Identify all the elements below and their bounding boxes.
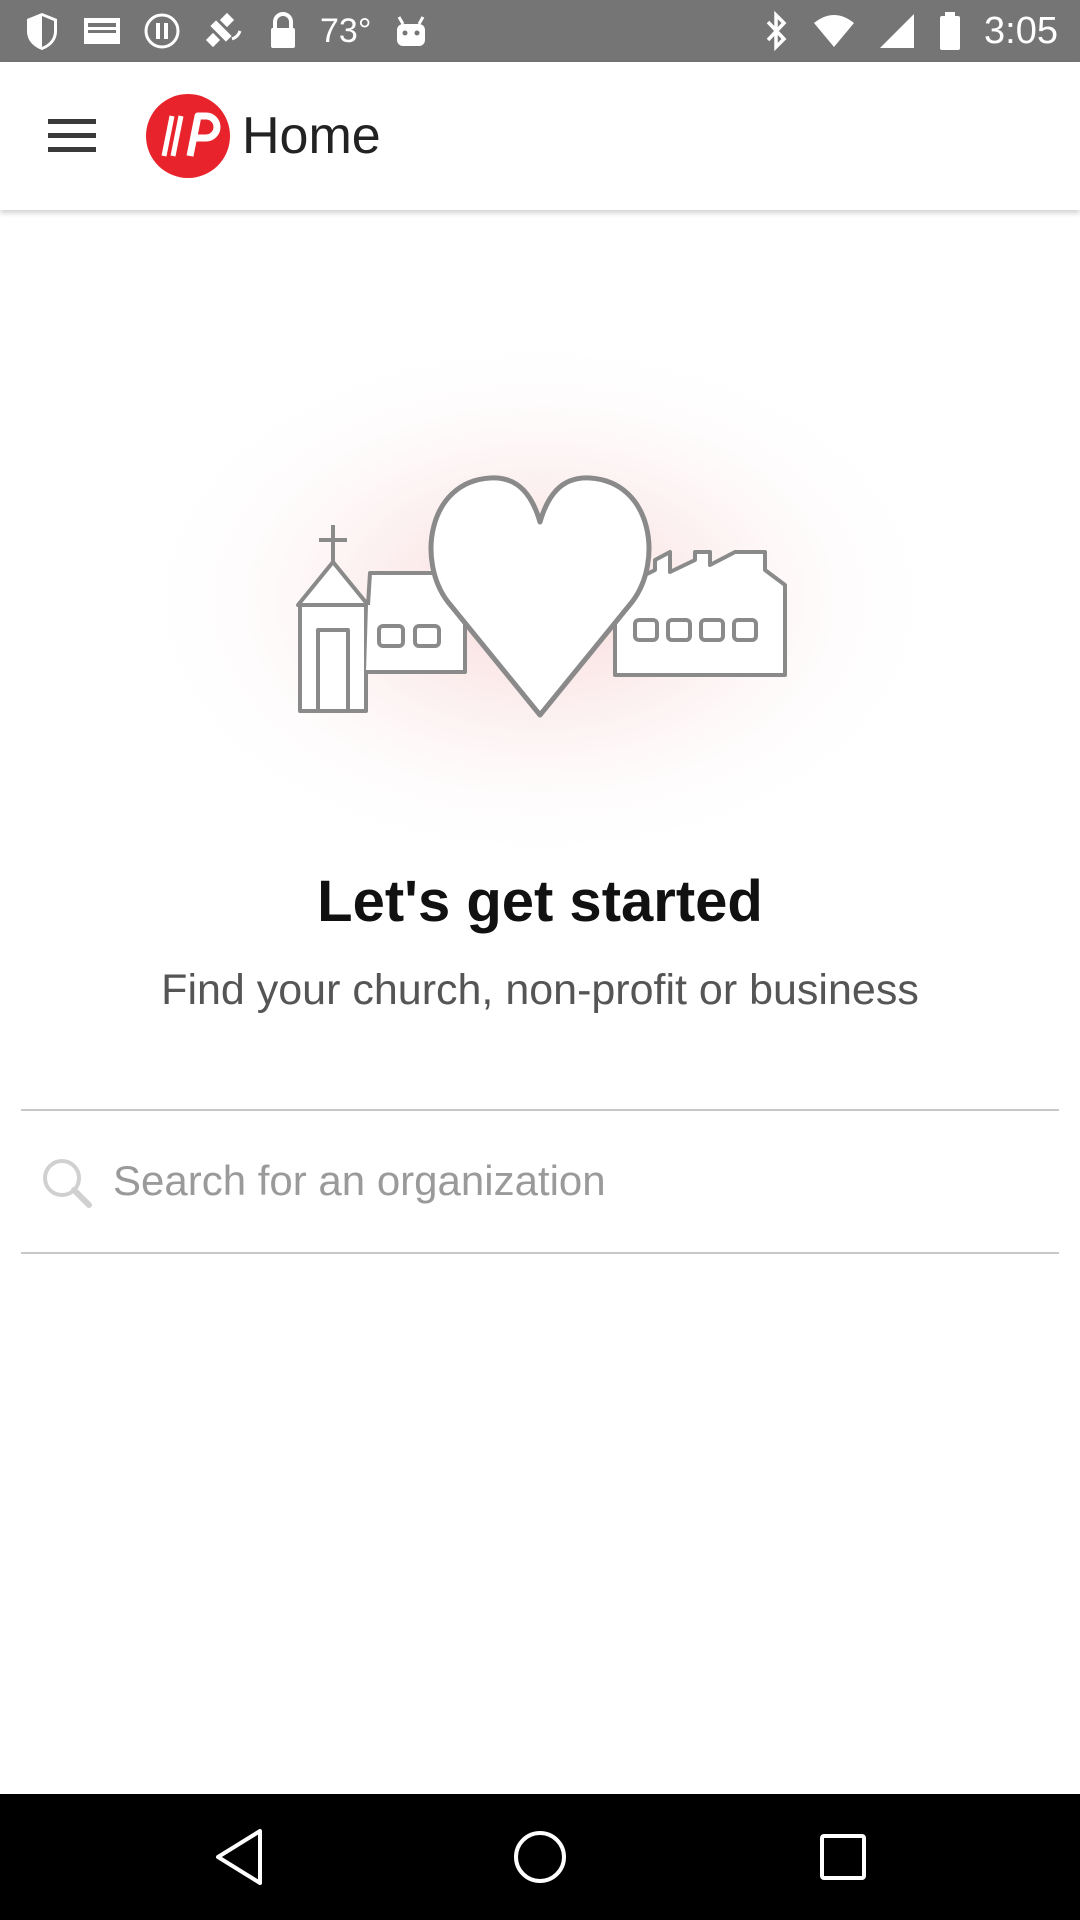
app-bar: Home [0,62,1080,210]
status-left-icons: 73° [24,0,429,62]
headline: Let's get started [317,869,763,934]
signal-icon [878,12,916,50]
status-right-icons: 3:05 [764,0,1058,62]
navigation-bar [0,1794,1080,1920]
menu-button[interactable] [34,102,110,170]
page-title: Home [242,107,381,165]
temperature-text: 73° [320,11,372,50]
clock-text: 3:05 [984,9,1058,52]
hamburger-menu-icon[interactable] [46,116,98,156]
wifi-icon [812,13,856,49]
home-icon[interactable] [512,1829,568,1885]
back-icon[interactable] [212,1827,268,1887]
church-heart-factory-illustration [130,330,950,870]
bluetooth-icon [764,11,790,51]
home-button[interactable] [490,1812,590,1902]
satellite-icon [202,9,246,53]
mail-icon [82,14,122,48]
subtitle: Find your church, non-profit or business [161,966,919,1014]
battery-icon [938,11,962,51]
brand-logo-icon [146,94,230,178]
android-icon [393,14,429,48]
shield-icon [24,11,60,51]
recents-button[interactable] [793,1812,893,1902]
search-icon [43,1159,92,1208]
status-bar: 73° 3:05 [0,0,1080,62]
recents-icon[interactable] [818,1832,868,1882]
back-button[interactable] [190,1812,290,1902]
search-input[interactable] [113,1131,1033,1231]
lock-icon [268,12,298,50]
search-box[interactable] [21,1109,1059,1254]
pause-icon [144,13,180,49]
